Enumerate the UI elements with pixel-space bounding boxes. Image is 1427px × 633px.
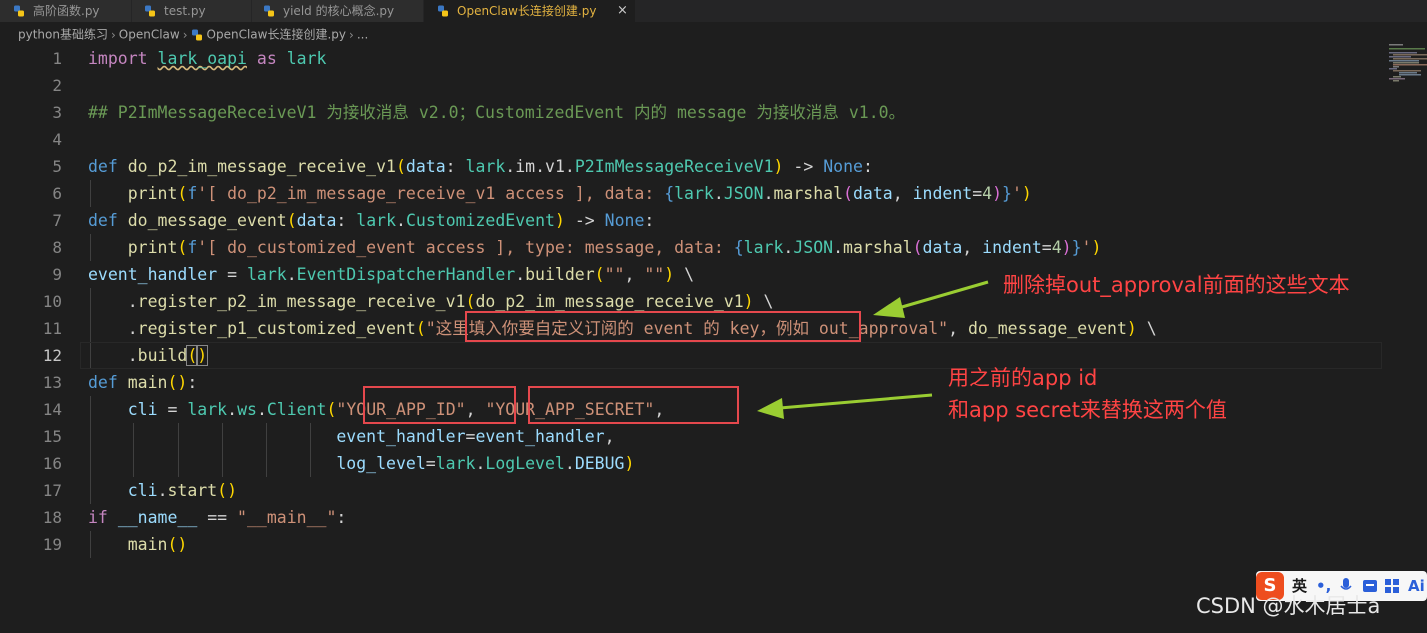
skin-icon[interactable] xyxy=(1384,578,1400,594)
ai-icon[interactable]: Ai xyxy=(1408,571,1425,601)
watermark: CSDN @水木居士a xyxy=(1196,594,1381,618)
minimap[interactable] xyxy=(1385,44,1427,104)
annotation-replace-note-1: 用之前的app id xyxy=(948,366,1098,390)
annotation-delete-note: 删除掉out_approval前面的这些文本 xyxy=(1003,273,1350,297)
arrow-icon xyxy=(757,280,989,419)
annotation-replace-note-2: 和app secret来替换这两个值 xyxy=(948,398,1227,422)
